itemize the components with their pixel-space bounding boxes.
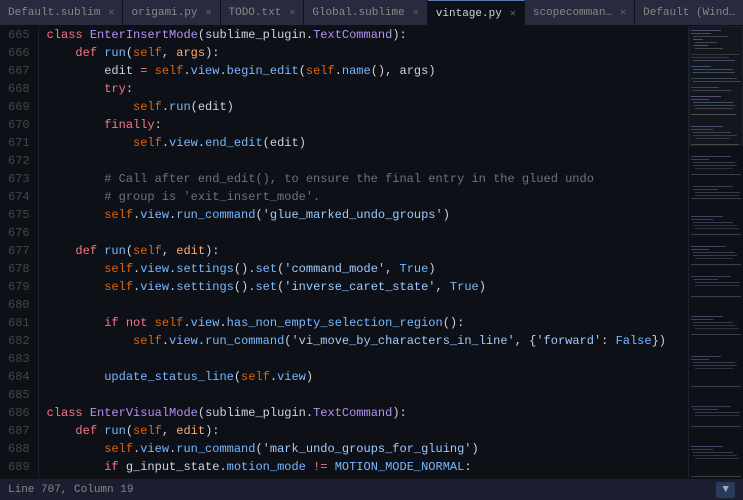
tab-close-icon[interactable]: ✕ [205,7,211,19]
tab-label: Default (Wind… [643,7,735,19]
tab-bar: Default.sublim ✕ origami.py ✕ TODO.txt ✕… [0,0,743,26]
tab-label: Default.sublim [8,7,100,19]
scroll-button[interactable]: ▼ [716,482,735,498]
code-line-685 [47,386,688,404]
code-line-667: edit = self.view.begin_edit(self.name(),… [47,62,688,80]
code-line-679: self.view.settings().set('inverse_caret_… [47,278,688,296]
tab-label: scopecomman… [533,7,612,19]
line-numbers: 665 666 667 668 669 670 671 672 673 674 … [0,26,39,478]
code-line-666: def run(self, args): [47,44,688,62]
status-text: Line 707, Column 19 [8,484,133,496]
main-area: 665 666 667 668 669 670 671 672 673 674 … [0,26,743,478]
code-line-675: self.view.run_command('glue_marked_undo_… [47,206,688,224]
code-line-681: if not self.view.has_non_empty_selection… [47,314,688,332]
tab-global-sublime[interactable]: Global.sublime ✕ [304,0,427,26]
tab-origami[interactable]: origami.py ✕ [123,0,220,26]
tab-todo[interactable]: TODO.txt ✕ [221,0,305,26]
code-line-671: self.view.end_edit(edit) [47,134,688,152]
tab-default-wind[interactable]: Default (Wind… ✕ [635,0,743,26]
tab-scopecomman[interactable]: scopecomman… ✕ [525,0,635,26]
code-area[interactable]: 665 666 667 668 669 670 671 672 673 674 … [0,26,688,478]
code-line-669: self.run(edit) [47,98,688,116]
code-line-665: class EnterInsertMode(sublime_plugin.Tex… [47,26,688,44]
code-line-687: def run(self, edit): [47,422,688,440]
code-line-680 [47,296,688,314]
status-bar: Line 707, Column 19 ▼ [0,478,743,500]
code-line-670: finally: [47,116,688,134]
code-line-668: try: [47,80,688,98]
code-line-673: # Call after end_edit(), to ensure the f… [47,170,688,188]
minimap-svg [689,26,743,478]
code-line-677: def run(self, edit): [47,242,688,260]
code-line-682: self.view.run_command('vi_move_by_charac… [47,332,688,350]
tab-label: TODO.txt [229,7,282,19]
tab-vintage-py[interactable]: vintage.py ✕ [428,0,525,26]
code-line-676 [47,224,688,242]
code-line-678: self.view.settings().set('command_mode',… [47,260,688,278]
tab-close-icon[interactable]: ✕ [510,8,516,20]
code-line-672 [47,152,688,170]
tab-close-icon[interactable]: ✕ [620,7,626,19]
tab-default-sublime[interactable]: Default.sublim ✕ [0,0,123,26]
code-line-689: if g_input_state.motion_mode != MOTION_M… [47,458,688,476]
code-lines[interactable]: class EnterInsertMode(sublime_plugin.Tex… [39,26,688,478]
tab-close-icon[interactable]: ✕ [289,7,295,19]
code-line-688: self.view.run_command('mark_undo_groups_… [47,440,688,458]
code-line-684: update_status_line(self.view) [47,368,688,386]
code-scroll[interactable]: 665 666 667 668 669 670 671 672 673 674 … [0,26,688,478]
tab-close-icon[interactable]: ✕ [108,7,114,19]
tab-close-icon[interactable]: ✕ [413,7,419,19]
tab-label: origami.py [131,7,197,19]
code-line-686: class EnterVisualMode(sublime_plugin.Tex… [47,404,688,422]
code-line-674: # group is 'exit_insert_mode'. [47,188,688,206]
minimap[interactable] [688,26,743,478]
tab-label: vintage.py [436,8,502,20]
tab-label: Global.sublime [312,7,404,19]
code-line-683 [47,350,688,368]
